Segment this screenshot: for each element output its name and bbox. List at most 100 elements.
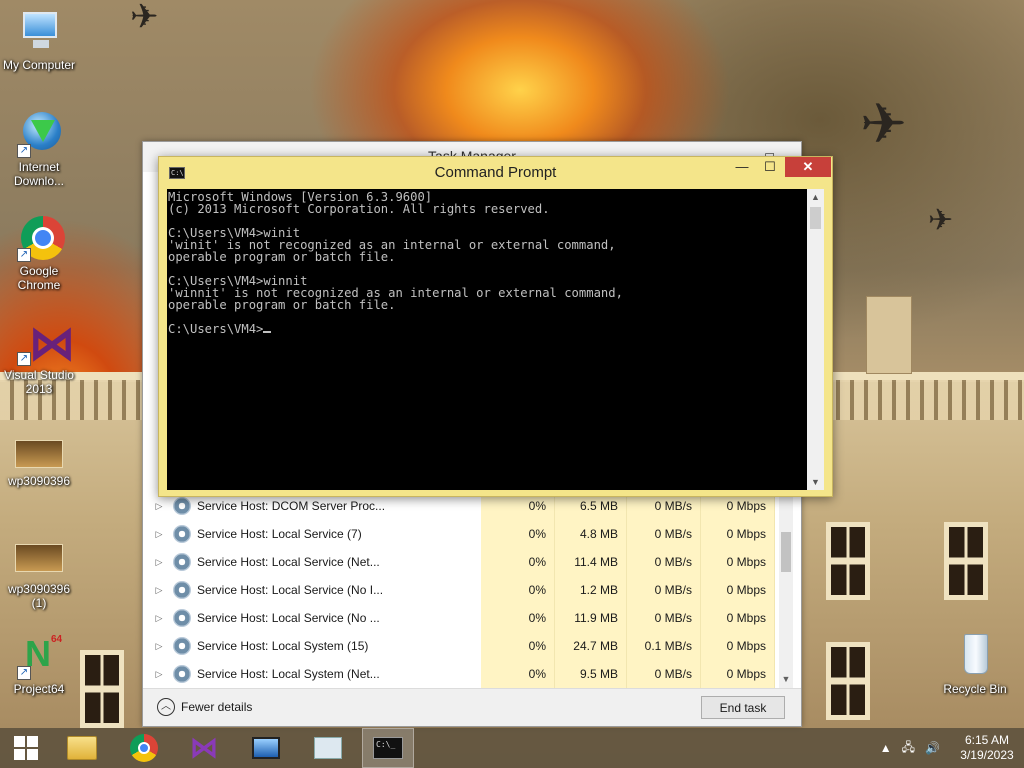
taskbar-chrome[interactable] xyxy=(118,728,170,768)
command-prompt-titlebar[interactable]: C:\ Command Prompt — ☐ ✕ xyxy=(159,157,832,189)
text-cursor xyxy=(263,331,272,333)
cpu-cell: 0% xyxy=(481,632,555,660)
console-prompt-line[interactable]: C:\Users\VM4> xyxy=(168,323,807,335)
desktop-icon-label: wp3090396 (1) xyxy=(7,582,71,610)
clock[interactable]: 6:15 AM 3/19/2023 xyxy=(950,733,1024,763)
command-prompt-window[interactable]: C:\ Command Prompt — ☐ ✕ Microsoft Windo… xyxy=(158,156,833,497)
desktop-icon-label: Visual Studio 2013 xyxy=(4,368,74,396)
expand-chevron-icon[interactable]: ▷ xyxy=(143,501,165,512)
scroll-up-icon[interactable]: ▲ xyxy=(807,189,824,205)
network-cell: 0 Mbps xyxy=(701,576,775,604)
project64-icon: N 64 ↗ xyxy=(15,632,63,680)
process-row[interactable]: ▷ Service Host: Local System (Net... 0% … xyxy=(143,660,803,688)
task-manager-footer: ︿ Fewer details End task xyxy=(143,688,801,726)
desktop-icon-visual-studio[interactable]: ⋈ ↗ Visual Studio 2013 xyxy=(0,318,78,396)
computer-icon xyxy=(15,8,63,56)
desktop-icon-wp3090396[interactable]: wp3090396 xyxy=(0,432,78,488)
expand-chevron-icon[interactable]: ▷ xyxy=(143,641,165,652)
chrome-icon: ↗ xyxy=(15,214,65,262)
process-name: Service Host: Local Service (No I... xyxy=(197,583,384,597)
network-cell: 0 Mbps xyxy=(701,660,775,688)
expand-chevron-icon[interactable]: ▷ xyxy=(143,585,165,596)
process-name: Service Host: Local Service (7) xyxy=(197,527,362,541)
expand-chevron-icon[interactable]: ▷ xyxy=(143,613,165,624)
shortcut-arrow-icon: ↗ xyxy=(17,144,31,158)
cpu-cell: 0% xyxy=(481,604,555,632)
taskbar-task-manager[interactable] xyxy=(302,728,354,768)
chevron-up-icon: ︿ xyxy=(157,698,175,716)
process-row[interactable]: ▷ Service Host: Local Service (7) 0% 4.8… xyxy=(143,520,803,548)
taskbar: ⋈ C:\_ ▲ 🖧 🔊 6:15 AM 3/19/2023 xyxy=(0,728,1024,768)
helicopter-icon: ✈ xyxy=(860,92,907,155)
download-manager-icon: ↗ xyxy=(15,110,63,158)
gear-icon xyxy=(173,525,191,543)
clock-date: 3/19/2023 xyxy=(960,748,1014,762)
taskbar-command-prompt[interactable]: C:\_ xyxy=(362,728,414,768)
expand-chevron-icon[interactable]: ▷ xyxy=(143,669,165,680)
scroll-down-icon[interactable]: ▼ xyxy=(807,474,824,490)
visual-studio-icon: ⋈ ↗ xyxy=(15,318,75,366)
desktop-icon-wp3090396-1[interactable]: wp3090396 (1) xyxy=(0,540,78,610)
desktop-icon-label: Recycle Bin xyxy=(943,682,1007,696)
recycle-bin-icon xyxy=(951,632,999,680)
image-thumbnail-icon xyxy=(15,540,63,580)
desktop-icon-recycle-bin[interactable]: Recycle Bin xyxy=(936,632,1014,696)
scroll-down-icon[interactable]: ▼ xyxy=(779,674,793,688)
expand-chevron-icon[interactable]: ▷ xyxy=(143,529,165,540)
volume-icon[interactable]: 🔊 xyxy=(925,741,940,755)
console-scrollbar[interactable]: ▲ ▼ xyxy=(807,189,824,490)
end-task-button[interactable]: End task xyxy=(701,696,785,719)
disk-cell: 0 MB/s xyxy=(627,604,701,632)
expand-chevron-icon[interactable]: ▷ xyxy=(143,557,165,568)
memory-cell: 1.2 MB xyxy=(555,576,627,604)
memory-cell: 9.5 MB xyxy=(555,660,627,688)
task-manager-icon xyxy=(314,737,342,759)
desktop-icon-internet-download[interactable]: ↗ Internet Downlo... xyxy=(0,110,78,188)
fewer-details-link[interactable]: ︿ Fewer details xyxy=(157,698,252,716)
windows-logo-icon xyxy=(14,736,38,760)
taskbar-visual-studio[interactable]: ⋈ xyxy=(178,728,230,768)
chevron-up-icon[interactable]: ▲ xyxy=(880,741,892,755)
cpu-cell: 0% xyxy=(481,548,555,576)
process-row[interactable]: ▷ Service Host: Local System (15) 0% 24.… xyxy=(143,632,803,660)
minimize-button[interactable]: — xyxy=(729,157,755,177)
close-button[interactable]: ✕ xyxy=(785,157,831,177)
image-thumbnail-icon xyxy=(15,432,63,472)
gear-icon xyxy=(173,637,191,655)
memory-cell: 24.7 MB xyxy=(555,632,627,660)
visual-studio-icon: ⋈ xyxy=(190,732,218,763)
shortcut-arrow-icon: ↗ xyxy=(17,352,31,366)
start-button[interactable] xyxy=(0,728,52,768)
desktop-icon-label: Google Chrome xyxy=(17,264,61,292)
taskbar-file-explorer[interactable] xyxy=(56,728,108,768)
network-icon[interactable]: 🖧 xyxy=(902,738,915,759)
chrome-icon xyxy=(130,734,158,762)
process-list-scrollbar[interactable]: ▼ xyxy=(779,492,793,688)
wallpaper-window xyxy=(944,522,988,600)
cpu-cell: 0% xyxy=(481,520,555,548)
command-prompt-icon: C:\_ xyxy=(373,737,403,759)
shortcut-arrow-icon: ↗ xyxy=(17,248,31,262)
desktop-icon-project64[interactable]: N 64 ↗ Project64 xyxy=(0,632,78,696)
maximize-button[interactable]: ☐ xyxy=(757,157,783,177)
desktop-icon-label: Internet Downlo... xyxy=(13,160,65,188)
disk-cell: 0 MB/s xyxy=(627,520,701,548)
helicopter-icon: ✈ xyxy=(130,0,159,36)
desktop-icon-google-chrome[interactable]: ↗ Google Chrome xyxy=(0,214,78,292)
process-row[interactable]: ▷ Service Host: Local Service (No ... 0%… xyxy=(143,604,803,632)
desktop-icon-label: My Computer xyxy=(2,58,76,72)
shortcut-arrow-icon: ↗ xyxy=(17,666,31,680)
console-line: operable program or batch file. xyxy=(168,250,396,264)
desktop-icon-label: Project64 xyxy=(13,682,65,696)
process-row[interactable]: ▷ Service Host: Local Service (No I... 0… xyxy=(143,576,803,604)
process-row[interactable]: ▷ Service Host: Local Service (Net... 0%… xyxy=(143,548,803,576)
scrollbar-thumb[interactable] xyxy=(810,207,821,229)
wallpaper-window xyxy=(826,642,870,720)
scrollbar-thumb[interactable] xyxy=(781,532,791,572)
desktop-icon-my-computer[interactable]: My Computer xyxy=(0,8,78,72)
taskbar-computer[interactable] xyxy=(240,728,292,768)
memory-cell: 11.4 MB xyxy=(555,548,627,576)
console-output[interactable]: Microsoft Windows [Version 6.3.9600] (c) … xyxy=(167,189,807,490)
network-cell: 0 Mbps xyxy=(701,604,775,632)
